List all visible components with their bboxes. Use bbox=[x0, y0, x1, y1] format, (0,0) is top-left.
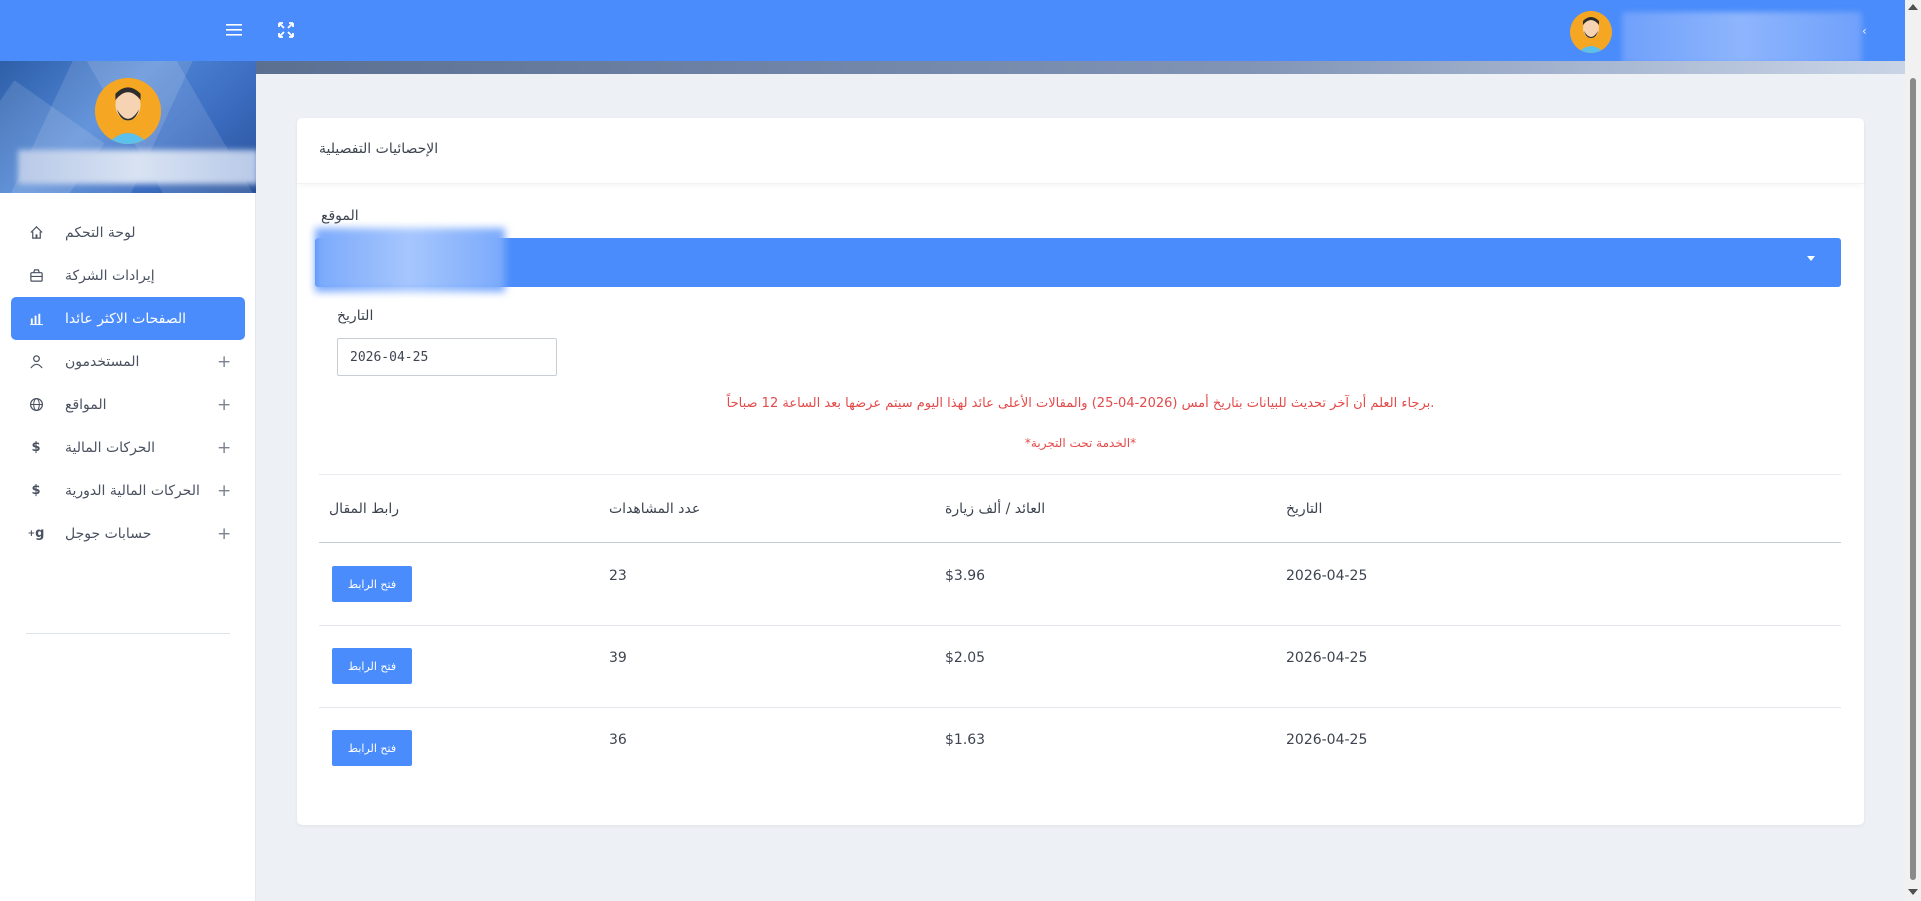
expand-plus-icon[interactable]: + bbox=[217, 395, 231, 415]
site-select-value-redacted[interactable] bbox=[315, 228, 505, 292]
th-link: رابط المقال bbox=[329, 501, 400, 517]
card-header: الإحصائيات التفصيلية bbox=[297, 118, 1864, 184]
sidebar-avatar bbox=[95, 78, 161, 144]
bar-chart-icon bbox=[27, 310, 45, 328]
scroll-up-arrow-icon[interactable] bbox=[1908, 4, 1918, 10]
cell-views: 39 bbox=[609, 650, 627, 666]
google-plus-icon: g + bbox=[27, 526, 45, 541]
cell-views: 23 bbox=[609, 568, 627, 584]
cell-views: 36 bbox=[609, 732, 627, 748]
open-link-button[interactable]: فتح الرابط bbox=[332, 648, 412, 684]
expand-plus-icon[interactable]: + bbox=[217, 524, 231, 544]
hamburger-icon[interactable] bbox=[222, 18, 246, 42]
th-date: التاريخ bbox=[1286, 501, 1323, 517]
th-views: عدد المشاهدات bbox=[609, 501, 701, 517]
home-icon bbox=[27, 224, 45, 242]
sidebar-item-label: المواقع bbox=[65, 396, 107, 413]
expand-plus-icon[interactable]: + bbox=[217, 481, 231, 501]
user-icon bbox=[27, 353, 45, 371]
sidebar-item-label: لوحة التحكم bbox=[65, 224, 136, 241]
user-avatar[interactable] bbox=[1570, 11, 1612, 53]
update-notice: .برجاء العلم أن آخر تحديث للبيانات بتاري… bbox=[726, 396, 1435, 411]
site-label: الموقع bbox=[321, 208, 359, 224]
scroll-thumb[interactable] bbox=[1910, 78, 1916, 880]
sidebar-username-redacted bbox=[18, 150, 256, 184]
cell-revenue: $2.05 bbox=[945, 650, 986, 666]
cell-date: 2026-04-25 bbox=[1286, 650, 1368, 666]
chevron-down-icon[interactable] bbox=[1807, 256, 1815, 261]
cell-revenue: $3.96 bbox=[945, 568, 986, 584]
briefcase-icon bbox=[27, 267, 45, 285]
date-input[interactable] bbox=[337, 338, 557, 376]
dollar-icon: $ bbox=[31, 440, 41, 455]
globe-icon bbox=[27, 396, 45, 414]
table-row: فتح الرابط 39 $2.05 2026-04-25 bbox=[319, 626, 1841, 708]
sidebar-item-label: الصفحات الاكثر عائدا bbox=[65, 310, 187, 327]
top-navbar: ‹ bbox=[0, 0, 1905, 64]
sidebar-item-recurring-transactions[interactable]: $ الحركات المالية الدورية + bbox=[11, 469, 245, 512]
sidebar: لوحة التحكم إيرادات الشركة الصفحات الاكث… bbox=[0, 61, 256, 901]
site-select[interactable] bbox=[315, 238, 1841, 287]
trial-notice: *الخدمة تحت التجربة* bbox=[1024, 436, 1137, 450]
sidebar-item-label: حسابات جوجل bbox=[65, 525, 152, 542]
sidebar-item-google-accounts[interactable]: g + حسابات جوجل + bbox=[11, 512, 245, 555]
sidebar-menu: لوحة التحكم إيرادات الشركة الصفحات الاكث… bbox=[0, 211, 256, 555]
scroll-down-arrow-icon[interactable] bbox=[1908, 889, 1918, 895]
dollar-icon: $ bbox=[31, 483, 41, 498]
sidebar-item-label: المستخدمون bbox=[65, 353, 140, 370]
sidebar-item-top-pages[interactable]: الصفحات الاكثر عائدا bbox=[11, 297, 245, 340]
card-title: الإحصائيات التفصيلية bbox=[319, 141, 439, 157]
table-row: فتح الرابط 23 $3.96 2026-04-25 bbox=[319, 544, 1841, 626]
open-link-button[interactable]: فتح الرابط bbox=[332, 566, 412, 602]
stats-card: الإحصائيات التفصيلية الموقع التاريخ .برج… bbox=[297, 118, 1864, 825]
sidebar-item-sites[interactable]: المواقع + bbox=[11, 383, 245, 426]
table-header: رابط المقال عدد المشاهدات العائد / ألف ز… bbox=[319, 475, 1841, 543]
page-scrollbar[interactable] bbox=[1905, 0, 1921, 901]
sidebar-divider bbox=[26, 633, 230, 634]
expand-icon[interactable] bbox=[274, 18, 298, 42]
sidebar-item-dashboard[interactable]: لوحة التحكم bbox=[11, 211, 245, 254]
expand-plus-icon[interactable]: + bbox=[217, 438, 231, 458]
user-name-redacted[interactable] bbox=[1622, 12, 1862, 64]
th-revenue: العائد / ألف زيارة bbox=[945, 501, 1046, 517]
sidebar-item-label: الحركات المالية الدورية bbox=[65, 482, 200, 499]
header-decoration bbox=[256, 61, 1905, 74]
sidebar-profile bbox=[0, 61, 256, 193]
cell-date: 2026-04-25 bbox=[1286, 732, 1368, 748]
sidebar-item-label: إيرادات الشركة bbox=[65, 267, 155, 284]
date-label: التاريخ bbox=[337, 308, 374, 324]
sidebar-item-label: الحركات المالية bbox=[65, 439, 155, 456]
sidebar-item-transactions[interactable]: $ الحركات المالية + bbox=[11, 426, 245, 469]
open-link-button[interactable]: فتح الرابط bbox=[332, 730, 412, 766]
cell-revenue: $1.63 bbox=[945, 732, 986, 748]
cell-date: 2026-04-25 bbox=[1286, 568, 1368, 584]
table-row: فتح الرابط 36 $1.63 2026-04-25 bbox=[319, 708, 1841, 790]
expand-plus-icon[interactable]: + bbox=[217, 352, 231, 372]
sidebar-item-users[interactable]: المستخدمون + bbox=[11, 340, 245, 383]
user-dropdown-caret[interactable]: ‹ bbox=[1862, 24, 1867, 38]
sidebar-item-company-revenue[interactable]: إيرادات الشركة bbox=[11, 254, 245, 297]
